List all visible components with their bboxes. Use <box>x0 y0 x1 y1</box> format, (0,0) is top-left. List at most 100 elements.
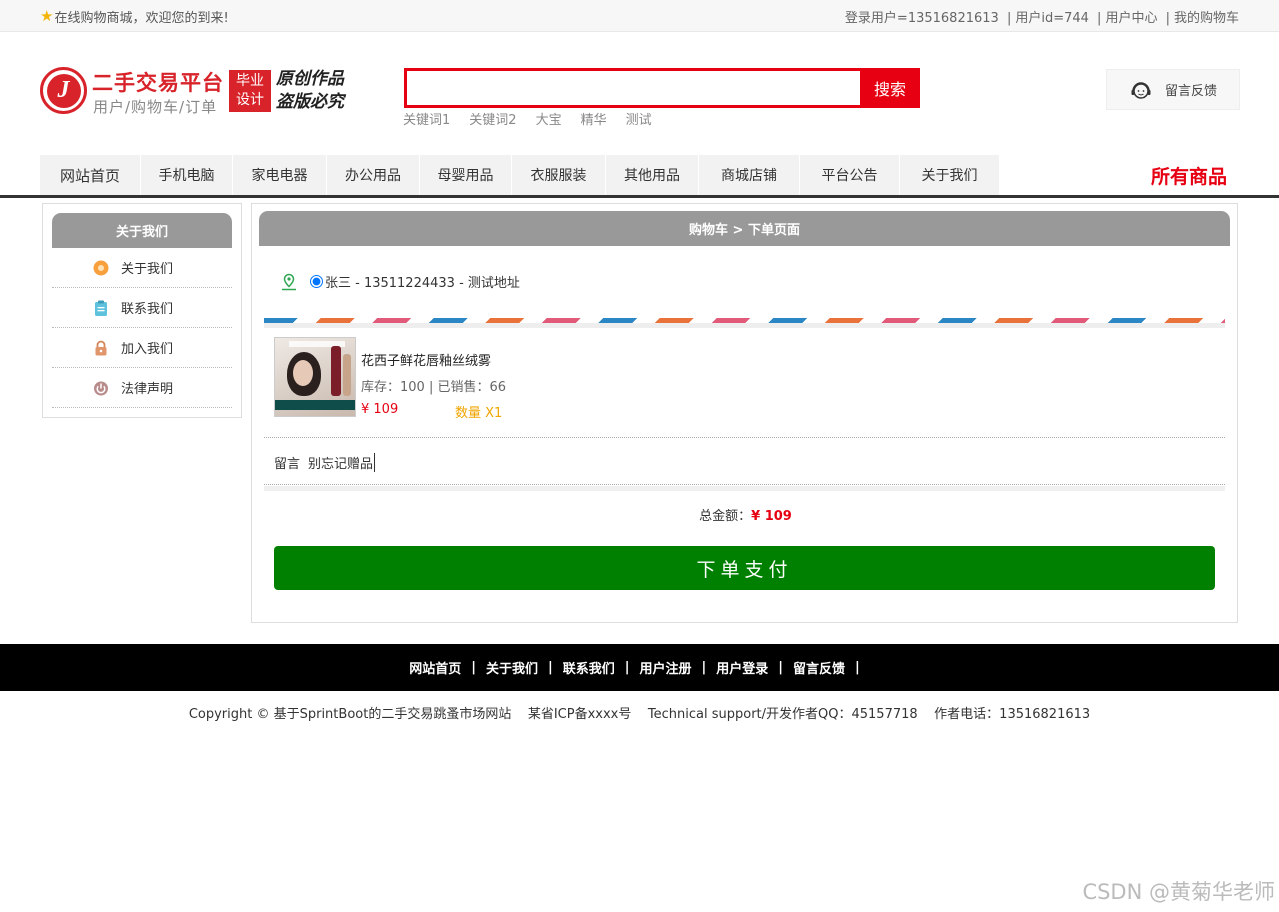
image-lipstick-cap <box>343 354 351 396</box>
search-button[interactable]: 搜索 <box>860 68 920 108</box>
address-radio[interactable] <box>310 275 323 288</box>
nav-item-about[interactable]: 关于我们 <box>900 155 1000 195</box>
separator: | <box>471 660 476 675</box>
footer-link-home[interactable]: 网站首页 <box>409 658 461 677</box>
divider-band <box>264 486 1225 491</box>
sidebar-item-label: 关于我们 <box>121 262 174 277</box>
login-user-text: 登录用户=13516821613 <box>844 11 999 26</box>
graduation-badge: 毕业 设计 <box>229 70 271 112</box>
nav-item-baby[interactable]: 母婴用品 <box>420 155 512 195</box>
keyword-link[interactable]: 关键词2 <box>469 109 516 128</box>
top-bar: ★ 在线购物商城，欢迎您的到来! 登录用户=13516821613 | 用户id=… <box>0 0 1279 32</box>
search-box: 搜索 <box>404 68 920 108</box>
separator: | <box>1097 11 1102 26</box>
image-lipstick-tube <box>331 346 341 396</box>
product-image[interactable] <box>274 337 356 417</box>
separator: | <box>855 660 860 675</box>
footer-link-feedback[interactable]: 留言反馈 <box>793 658 845 677</box>
orange-circle-icon <box>93 260 109 276</box>
star-icon: ★ <box>40 7 54 25</box>
user-links: 登录用户=13516821613 | 用户id=744 | 用户中心 | 我的购物车 <box>845 7 1239 26</box>
logo-icon[interactable]: J <box>40 67 87 114</box>
note-input[interactable]: 别忘记赠品 <box>308 453 376 472</box>
total-amount: ¥ 109 <box>751 509 792 524</box>
nav-item-other[interactable]: 其他用品 <box>606 155 699 195</box>
footer-link-about[interactable]: 关于我们 <box>486 658 538 677</box>
separator: | <box>701 660 707 675</box>
image-model-face <box>293 360 313 386</box>
keyword-link[interactable]: 大宝 <box>536 109 562 128</box>
address-row: 张三 - 13511224433 - 测试地址 <box>280 272 520 291</box>
footer-nav: 网站首页 | 关于我们 | 联系我们 | 用户注册 | 用户登录 | 留言反馈 | <box>0 644 1279 691</box>
nav-item-announcements[interactable]: 平台公告 <box>800 155 900 195</box>
sidebar-item-label: 法律声明 <box>121 382 174 397</box>
location-pin-icon <box>282 273 296 290</box>
product-price: ¥ 109 <box>361 402 399 417</box>
hot-keywords: 关键词1 关键词2 大宝 精华 测试 <box>403 109 671 128</box>
user-id-text: 用户id=744 <box>1015 11 1089 26</box>
copyright-text: Copyright © 基于SprintBoot的二手交易跳蚤市场网站 某省IC… <box>188 707 1091 722</box>
place-order-pay-button[interactable]: 下单支付 <box>274 546 1215 590</box>
sidebar-item-about[interactable]: 关于我们 <box>52 248 232 288</box>
power-icon <box>93 380 109 396</box>
address-text: 张三 - 13511224433 - 测试地址 <box>325 276 520 291</box>
logo-letter: J <box>46 73 81 108</box>
image-bottom-band <box>275 400 355 410</box>
note-row: 留言 别忘记赠品 <box>274 453 376 472</box>
user-center-link[interactable]: 用户中心 <box>1105 11 1157 26</box>
product-quantity: 数量 X1 <box>455 406 503 421</box>
sidebar-title: 关于我们 <box>52 213 232 248</box>
sidebar-item-legal[interactable]: 法律声明 <box>52 368 232 408</box>
main-nav: 网站首页 手机电脑 家电电器 办公用品 母婴用品 衣服服装 其他用品 商城店铺 … <box>0 155 1279 198</box>
footer-link-login[interactable]: 用户登录 <box>716 658 768 677</box>
sidebar-item-label: 联系我们 <box>121 302 174 317</box>
product-stock: 库存：100 | 已销售：66 <box>361 380 506 395</box>
separator: | <box>778 660 784 675</box>
headset-icon <box>1131 81 1151 99</box>
all-goods-link[interactable]: 所有商品 <box>1151 162 1227 189</box>
keyword-link[interactable]: 关键词1 <box>403 109 450 128</box>
slogan-line-1: 原创作品 <box>276 69 344 89</box>
separator: | <box>1006 11 1012 26</box>
footer-link-register[interactable]: 用户注册 <box>640 658 692 677</box>
lock-icon <box>93 340 109 356</box>
separator: | <box>547 660 553 675</box>
separator: | <box>624 660 630 675</box>
nav-item-home[interactable]: 网站首页 <box>40 155 141 195</box>
my-cart-link[interactable]: 我的购物车 <box>1174 11 1239 26</box>
clipboard-icon <box>93 300 109 316</box>
feedback-button[interactable]: 留言反馈 <box>1106 69 1240 110</box>
nav-item-appliances[interactable]: 家电电器 <box>233 155 327 195</box>
sidebar-item-label: 加入我们 <box>121 342 174 357</box>
breadcrumb: 购物车 > 下单页面 <box>259 211 1230 246</box>
sidebar: 关于我们 关于我们 联系我们 加入我们 法律声明 <box>42 203 242 418</box>
total-row: 总金额：¥ 109 <box>252 505 1239 524</box>
note-label: 留言 <box>274 457 301 472</box>
logo-title: 二手交易平台 <box>92 71 224 95</box>
order-panel: 购物车 > 下单页面 张三 - 13511224433 - 测试地址 花西子鲜花… <box>251 203 1238 623</box>
keyword-link[interactable]: 测试 <box>626 109 652 128</box>
sidebar-item-join[interactable]: 加入我们 <box>52 328 232 368</box>
welcome-message: ★ 在线购物商城，欢迎您的到来! <box>40 7 229 27</box>
slogan-line-2: 盗版必究 <box>276 92 344 112</box>
watermark-text: CSDN @黄菊华老师 <box>1082 880 1275 904</box>
nav-item-office[interactable]: 办公用品 <box>327 155 420 195</box>
sidebar-item-contact[interactable]: 联系我们 <box>52 288 232 328</box>
nav-item-phones[interactable]: 手机电脑 <box>141 155 233 195</box>
search-input[interactable] <box>407 71 860 105</box>
stripe-underline <box>264 323 1225 328</box>
badge-line-1: 毕业 <box>236 73 264 89</box>
total-label: 总金额： <box>699 509 752 524</box>
keyword-link[interactable]: 精华 <box>581 109 607 128</box>
feedback-label: 留言反馈 <box>1165 84 1218 99</box>
site-header: J 二手交易平台 用户/购物车/订单 毕业 设计 原创作品 盗版必究 搜索 关键… <box>0 32 1279 155</box>
logo-subtitle: 用户/购物车/订单 <box>93 98 218 116</box>
footer-link-contact[interactable]: 联系我们 <box>563 658 615 677</box>
nav-item-clothing[interactable]: 衣服服装 <box>512 155 606 195</box>
product-name[interactable]: 花西子鲜花唇釉丝绒雾 <box>361 350 491 369</box>
divider <box>264 437 1225 438</box>
nav-item-shops[interactable]: 商城店铺 <box>699 155 800 195</box>
calligraphy-slogan: 原创作品 盗版必究 <box>276 68 344 114</box>
divider <box>264 484 1225 485</box>
separator: | <box>1165 11 1170 26</box>
